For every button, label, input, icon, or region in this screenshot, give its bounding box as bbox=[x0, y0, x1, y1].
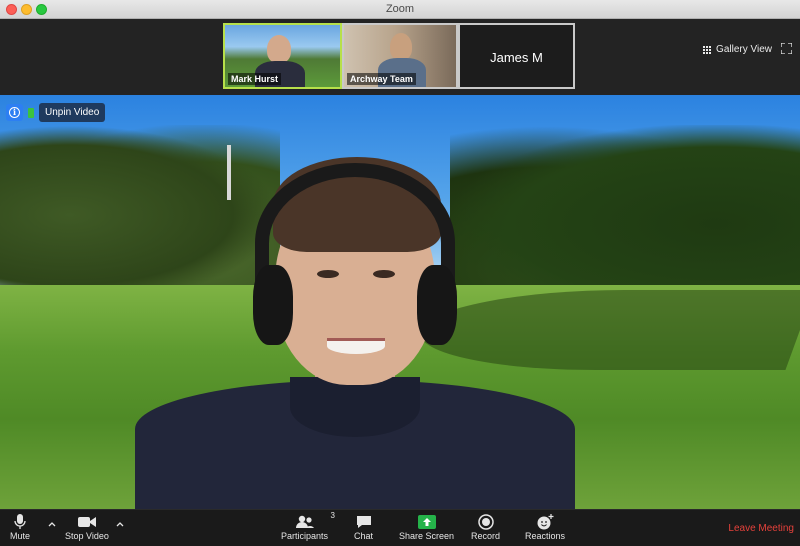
participant-name: Mark Hurst bbox=[228, 73, 282, 85]
headphone-earcup bbox=[253, 265, 293, 345]
microphone-icon bbox=[14, 514, 26, 529]
participants-label: Participants bbox=[281, 531, 329, 541]
leave-meeting-button[interactable]: Leave Meeting bbox=[728, 523, 794, 534]
unpin-video-button[interactable]: Unpin Video bbox=[39, 103, 106, 122]
video-thumbnail-archway-team[interactable]: Archway Team bbox=[342, 23, 458, 89]
window-title: Zoom bbox=[385, 3, 415, 15]
chat-label: Chat bbox=[354, 531, 374, 541]
chat-button[interactable]: Chat bbox=[354, 513, 373, 541]
participants-count: 3 bbox=[330, 511, 335, 520]
speaker-collar bbox=[290, 377, 420, 437]
reactions-label: Reactions bbox=[525, 531, 566, 541]
share-screen-icon bbox=[417, 515, 436, 529]
stop-video-button[interactable]: Stop Video bbox=[65, 513, 109, 541]
participants-button[interactable]: 3 Participants bbox=[281, 511, 335, 541]
smiley-plus-icon bbox=[537, 514, 554, 530]
gallery-view-label: Gallery View bbox=[716, 44, 772, 55]
video-thumbnail-james-m[interactable]: James M bbox=[458, 23, 575, 89]
mute-label: Mute bbox=[10, 531, 31, 541]
mute-button[interactable]: Mute bbox=[10, 513, 30, 541]
gallery-view-button[interactable]: Gallery View bbox=[703, 44, 772, 55]
participant-avatar bbox=[267, 35, 291, 63]
title-bar: Zoom bbox=[0, 0, 800, 19]
info-icon[interactable]: i bbox=[6, 104, 23, 121]
thumbnail-strip: Mark Hurst Archway Team James M Gallery … bbox=[0, 19, 800, 95]
video-camera-icon bbox=[77, 517, 96, 527]
main-video bbox=[0, 95, 800, 509]
record-label: Record bbox=[471, 531, 501, 541]
speaker-mouth bbox=[327, 338, 385, 354]
stop-video-label: Stop Video bbox=[65, 531, 109, 541]
share-screen-button[interactable]: Share Screen bbox=[399, 513, 454, 541]
speaker-eye bbox=[373, 270, 395, 278]
speaker-video bbox=[135, 155, 575, 509]
meeting-toolbar: Mute Stop Video 3 Participants Chat Shar… bbox=[0, 509, 800, 546]
participants-icon bbox=[295, 515, 314, 528]
fullscreen-icon[interactable] bbox=[781, 43, 792, 54]
video-thumbnail-mark-hurst[interactable]: Mark Hurst bbox=[223, 23, 342, 89]
participant-avatar bbox=[390, 33, 412, 60]
chevron-up-icon[interactable] bbox=[47, 519, 57, 529]
chevron-up-icon[interactable] bbox=[115, 519, 125, 529]
participant-name: Archway Team bbox=[347, 73, 416, 85]
record-button[interactable]: Record bbox=[471, 513, 500, 541]
headphone-earcup bbox=[417, 265, 457, 345]
chat-icon bbox=[356, 516, 371, 528]
participant-name: James M bbox=[490, 50, 543, 65]
share-screen-label: Share Screen bbox=[399, 531, 455, 541]
grid-icon bbox=[703, 45, 712, 54]
speaker-eye bbox=[317, 270, 339, 278]
video-controls: i Unpin Video bbox=[6, 103, 106, 122]
record-icon bbox=[477, 514, 494, 530]
reactions-button[interactable]: Reactions bbox=[525, 513, 565, 541]
battery-icon bbox=[28, 107, 34, 118]
